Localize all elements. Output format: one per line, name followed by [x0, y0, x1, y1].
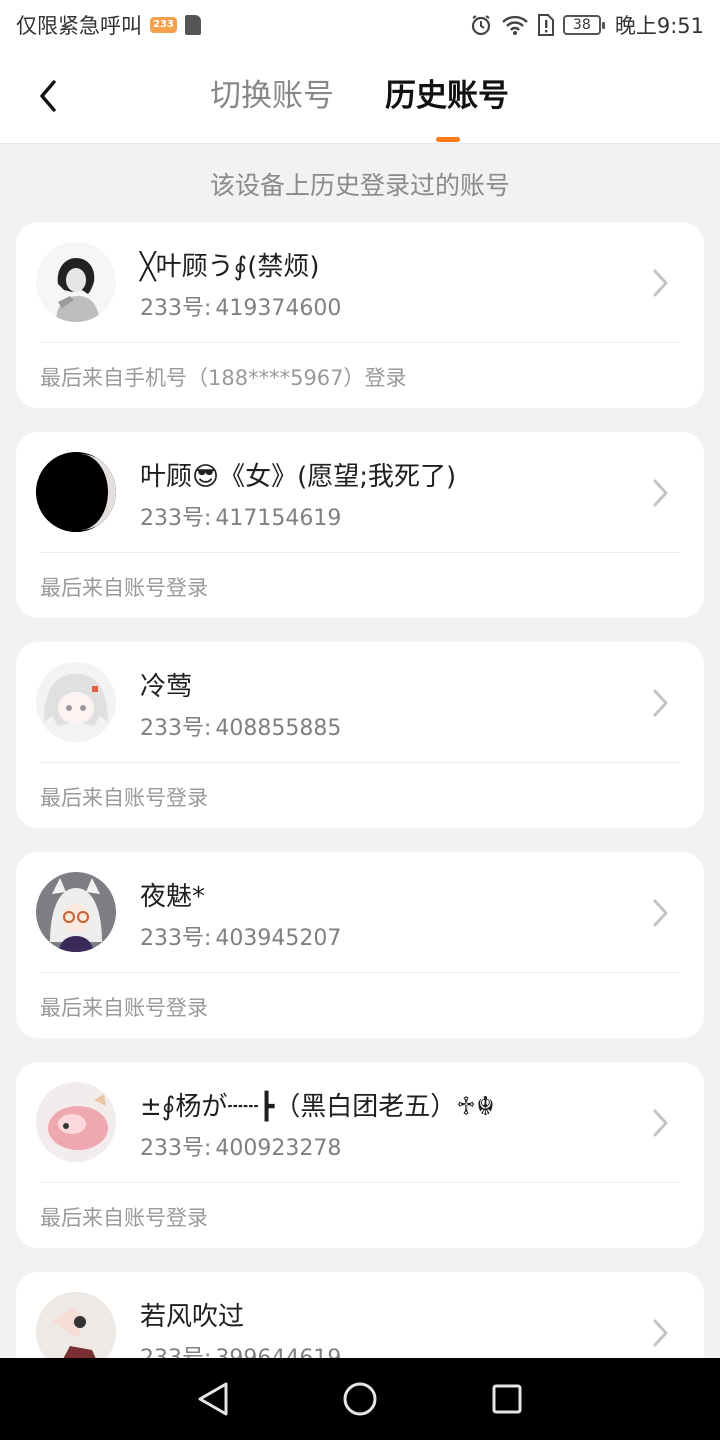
account-id: 233号: 417154619 — [140, 500, 341, 532]
app-notification-icon: 233 — [150, 17, 177, 33]
tab-switch-account[interactable]: 切换账号 — [210, 76, 334, 116]
account-id-value: 419374600 — [215, 296, 342, 321]
carrier-text: 仅限紧急呼叫 — [16, 14, 142, 38]
alarm-icon — [469, 13, 493, 37]
battery-level: 38 — [572, 17, 591, 33]
sim-alert-icon — [537, 13, 555, 37]
circle-home-icon — [343, 1382, 377, 1416]
account-name: ±∮杨が┄┄┣（黑白团老五）♱☬ — [140, 1092, 495, 1122]
account-id-value: 403945207 — [215, 926, 342, 951]
last-login-text: 最后来自账号登录 — [40, 576, 208, 600]
account-name: 叶顾😎《女》(愿望;我死了) — [140, 462, 457, 492]
account-card[interactable]: ±∮杨が┄┄┣（黑白团老五）♱☬ 233号: 400923278 最后来自账号登录 — [16, 1062, 704, 1248]
avatar — [36, 1082, 116, 1162]
chevron-right-icon — [648, 686, 672, 720]
last-login-text: 最后来自手机号（188****5967）登录 — [40, 366, 407, 390]
nav-home-button[interactable] — [335, 1374, 385, 1424]
account-name: 若风吹过 — [140, 1302, 245, 1332]
account-id-label: 233号: — [140, 716, 212, 741]
back-button[interactable] — [26, 74, 70, 118]
divider — [40, 1182, 680, 1183]
triangle-back-icon — [198, 1382, 228, 1416]
avatar — [36, 242, 116, 322]
account-card[interactable]: 叶顾😎《女》(愿望;我死了) 233号: 417154619 最后来自账号登录 — [16, 432, 704, 618]
avatar — [36, 872, 116, 952]
account-card[interactable]: ╳叶顾う∮(禁烦) 233号: 419374600 最后来自手机号（188****… — [16, 222, 704, 408]
account-card[interactable]: 冷莺 233号: 408855885 最后来自账号登录 — [16, 642, 704, 828]
account-id-value: 417154619 — [215, 506, 342, 531]
clock-time: 晚上9:51 — [614, 14, 704, 38]
divider — [40, 552, 680, 553]
account-id: 233号: 403945207 — [140, 920, 341, 952]
square-recents-icon — [492, 1384, 522, 1414]
divider — [40, 342, 680, 343]
account-id-label: 233号: — [140, 296, 212, 321]
last-login-text: 最后来自账号登录 — [40, 996, 208, 1020]
last-login-text: 最后来自账号登录 — [40, 786, 208, 810]
divider — [40, 762, 680, 763]
avatar — [36, 662, 116, 742]
account-name: 冷莺 — [140, 672, 193, 702]
account-name: ╳叶顾う∮(禁烦) — [140, 252, 320, 282]
nav-back-button[interactable] — [188, 1374, 238, 1424]
account-name: 夜魅* — [140, 882, 206, 912]
chevron-right-icon — [648, 896, 672, 930]
nav-recents-button[interactable] — [482, 1374, 532, 1424]
tab-active-indicator — [436, 137, 460, 142]
account-id: 233号: 419374600 — [140, 290, 341, 322]
chevron-right-icon — [648, 1316, 672, 1350]
account-id-label: 233号: — [140, 926, 212, 951]
chevron-left-icon — [40, 80, 56, 112]
status-bar: 仅限紧急呼叫 233 38 晚上9:51 — [0, 0, 720, 50]
avatar — [36, 452, 116, 532]
account-card[interactable]: 夜魅* 233号: 403945207 最后来自账号登录 — [16, 852, 704, 1038]
chevron-right-icon — [648, 1106, 672, 1140]
tab-history-account[interactable]: 历史账号 — [385, 76, 509, 116]
wifi-icon — [501, 14, 529, 36]
chevron-right-icon — [648, 476, 672, 510]
account-id-value: 400923278 — [215, 1136, 342, 1161]
divider — [40, 972, 680, 973]
battery-icon: 38 — [562, 15, 605, 35]
account-id: 233号: 400923278 — [140, 1130, 341, 1162]
status-left: 仅限紧急呼叫 233 — [16, 10, 201, 40]
header: 切换账号 历史账号 — [0, 50, 720, 144]
account-id-label: 233号: — [140, 506, 212, 531]
account-id-label: 233号: — [140, 1136, 212, 1161]
account-id-value: 408855885 — [215, 716, 342, 741]
system-nav-bar — [0, 1358, 720, 1440]
chevron-right-icon — [648, 266, 672, 300]
status-right: 38 晚上9:51 — [469, 10, 704, 40]
last-login-text: 最后来自账号登录 — [40, 1206, 208, 1230]
account-id: 233号: 408855885 — [140, 710, 341, 742]
sd-card-icon — [184, 15, 201, 35]
page-subtitle: 该设备上历史登录过的账号 — [209, 171, 510, 200]
